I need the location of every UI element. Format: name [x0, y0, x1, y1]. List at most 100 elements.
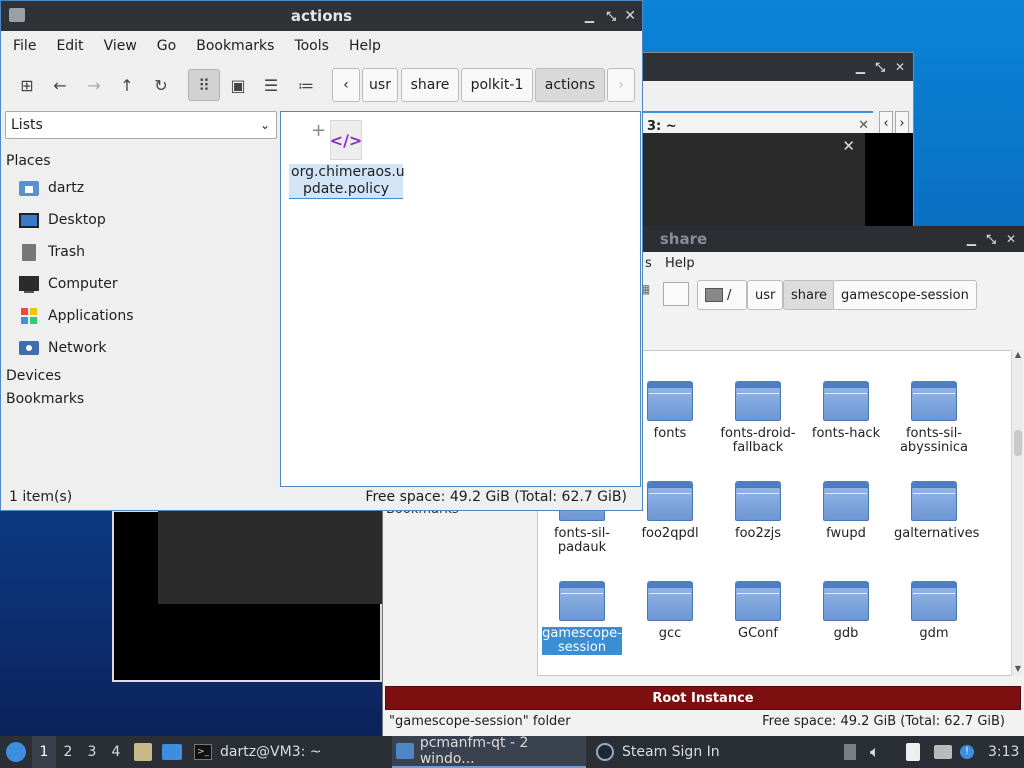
menu-tools-partial[interactable]: s — [645, 256, 652, 271]
file-manager-launcher-icon[interactable] — [134, 736, 156, 768]
thumbnail-view-icon[interactable]: ▣ — [222, 69, 254, 101]
crumb-scroll-right-icon[interactable]: › — [607, 68, 635, 102]
folder-item[interactable]: gdm — [894, 581, 974, 641]
crumb-gamescope-session[interactable]: gamescope-session — [833, 280, 977, 310]
network-tray-icon[interactable] — [934, 736, 954, 768]
workspace-4[interactable]: 4 — [104, 736, 128, 768]
share-scrollbar[interactable]: ▲ ▼ — [1011, 350, 1023, 676]
folder-label: foo2zjs — [735, 526, 781, 541]
workspace-2[interactable]: 2 — [56, 736, 80, 768]
detail-view-icon[interactable]: ≔ — [290, 69, 322, 101]
terminal-inner-panel — [158, 510, 382, 604]
file-view[interactable]: + </> org.chimeraos.u pdate.policy — [280, 111, 641, 487]
back-arrow-icon[interactable]: ← — [44, 69, 76, 101]
workspace-3[interactable]: 3 — [80, 736, 104, 768]
maximize-icon[interactable]: ⤡ — [606, 1, 616, 31]
clipboard-icon[interactable] — [906, 736, 926, 768]
section-places[interactable]: Places — [1, 149, 277, 172]
notification-icon[interactable]: ! — [960, 736, 976, 768]
menu-edit[interactable]: Edit — [56, 38, 83, 54]
close-icon[interactable]: ✕ — [624, 1, 636, 31]
folder-icon — [823, 481, 869, 521]
menu-file[interactable]: File — [13, 38, 36, 54]
folder-item[interactable]: GConf — [718, 581, 798, 641]
panel-close-icon[interactable]: ✕ — [842, 137, 855, 155]
menu-help[interactable]: Help — [665, 256, 695, 271]
task-steam[interactable]: Steam Sign In — [592, 736, 752, 768]
task-pcmanfm[interactable]: pcmanfm-qt - 2 windo... — [392, 735, 586, 768]
file-item-policy[interactable]: + </> org.chimeraos.u pdate.policy — [289, 120, 405, 199]
task-terminal[interactable]: >_ dartz@VM3: ~ — [190, 736, 386, 768]
start-menu-icon[interactable] — [4, 736, 28, 768]
compact-view-icon[interactable]: ☰ — [255, 69, 287, 101]
crumb-scroll-left-icon[interactable]: ‹ — [332, 68, 360, 102]
crumb-label: share — [410, 77, 450, 93]
sidebar-item-label: Trash — [48, 244, 85, 260]
section-devices[interactable]: Devices — [1, 364, 277, 387]
sidebar-item-desktop[interactable]: Desktop — [1, 204, 277, 236]
crumb-usr[interactable]: usr — [747, 280, 784, 310]
minimize-icon[interactable]: ▁ — [967, 226, 976, 252]
folder-item[interactable]: gcc — [630, 581, 710, 641]
menu-go[interactable]: Go — [157, 38, 176, 54]
folder-item[interactable]: fonts-hack — [806, 381, 886, 441]
folder-item[interactable]: fwupd — [806, 481, 886, 541]
up-arrow-icon[interactable]: ↑ — [111, 69, 143, 101]
selection-plus-icon[interactable]: + — [311, 120, 326, 141]
folder-item[interactable]: gdb — [806, 581, 886, 641]
scroll-thumb[interactable] — [1014, 430, 1022, 456]
clock[interactable]: 3:13 — [988, 736, 1019, 768]
folder-item[interactable]: fonts-droid-fallback — [718, 381, 798, 455]
sidebar-item-trash[interactable]: Trash — [1, 236, 277, 268]
menu-bookmarks[interactable]: Bookmarks — [196, 38, 274, 54]
crumb-share[interactable]: share — [783, 280, 836, 310]
section-bookmarks[interactable]: Bookmarks — [1, 387, 277, 410]
scroll-down-icon[interactable]: ▼ — [1012, 664, 1024, 676]
crumb-share[interactable]: share — [401, 68, 459, 102]
sidebar-item-dartz[interactable]: dartz — [1, 172, 277, 204]
crumb-label: share — [791, 287, 828, 303]
crumb-usr[interactable]: usr — [362, 68, 398, 102]
new-tab-icon[interactable]: ⊞ — [11, 69, 43, 101]
volume-icon[interactable]: 🔈︎ — [870, 736, 890, 768]
reload-icon[interactable]: ↻ — [145, 69, 177, 101]
folder-item[interactable]: fonts-sil-abyssinica — [894, 381, 974, 455]
taskbar: 1 2 3 4 >_ dartz@VM3: ~ pcmanfm-qt - 2 w… — [0, 735, 1024, 768]
icon-view-icon[interactable]: ⠿ — [188, 69, 220, 101]
maximize-icon[interactable]: ⤡ — [986, 226, 996, 252]
tab-close-icon[interactable]: ✕ — [858, 118, 869, 133]
folder-item[interactable]: gamescope-session — [542, 581, 622, 655]
menu-tools[interactable]: Tools — [294, 38, 329, 54]
maximize-icon[interactable]: ⤡ — [875, 53, 885, 81]
menu-help[interactable]: Help — [349, 38, 381, 54]
workspace-1[interactable]: 1 — [32, 736, 56, 768]
scroll-up-icon[interactable]: ▲ — [1012, 350, 1024, 362]
crumb-root[interactable]: / — [697, 280, 747, 310]
view-detail-icon[interactable] — [663, 282, 689, 306]
tray-up-icon[interactable] — [844, 736, 860, 768]
folder-icon — [823, 381, 869, 421]
folder-item[interactable]: foo2zjs — [718, 481, 798, 541]
banner-label: Root Instance — [652, 690, 754, 706]
desktop-launcher-icon[interactable] — [162, 736, 184, 768]
minimize-icon[interactable]: ▁ — [856, 53, 865, 81]
close-icon[interactable]: ✕ — [895, 53, 905, 81]
file-label-line: org.chimeraos.u — [291, 164, 405, 180]
forward-arrow-icon[interactable]: → — [78, 69, 110, 101]
folder-label: fonts-sil-abyssinica — [899, 426, 969, 455]
sidebar-item-applications[interactable]: Applications — [1, 300, 277, 332]
crumb-polkit-1[interactable]: polkit-1 — [461, 68, 533, 102]
home-folder-icon — [19, 178, 41, 198]
minimize-icon[interactable]: ▁ — [585, 1, 594, 31]
sidebar-item-computer[interactable]: Computer — [1, 268, 277, 300]
close-icon[interactable]: ✕ — [1006, 226, 1016, 252]
applications-icon — [19, 306, 41, 326]
menu-view[interactable]: View — [104, 38, 137, 54]
terminal-icon: >_ — [194, 744, 212, 760]
sidebar-item-network[interactable]: Network — [1, 332, 277, 364]
desktop-icon — [19, 210, 41, 230]
folder-label: fonts-hack — [811, 426, 881, 441]
sidebar-mode-select[interactable]: Lists ⌄ — [5, 111, 277, 139]
crumb-actions[interactable]: actions — [535, 68, 605, 102]
folder-item[interactable]: galternatives — [894, 481, 979, 541]
